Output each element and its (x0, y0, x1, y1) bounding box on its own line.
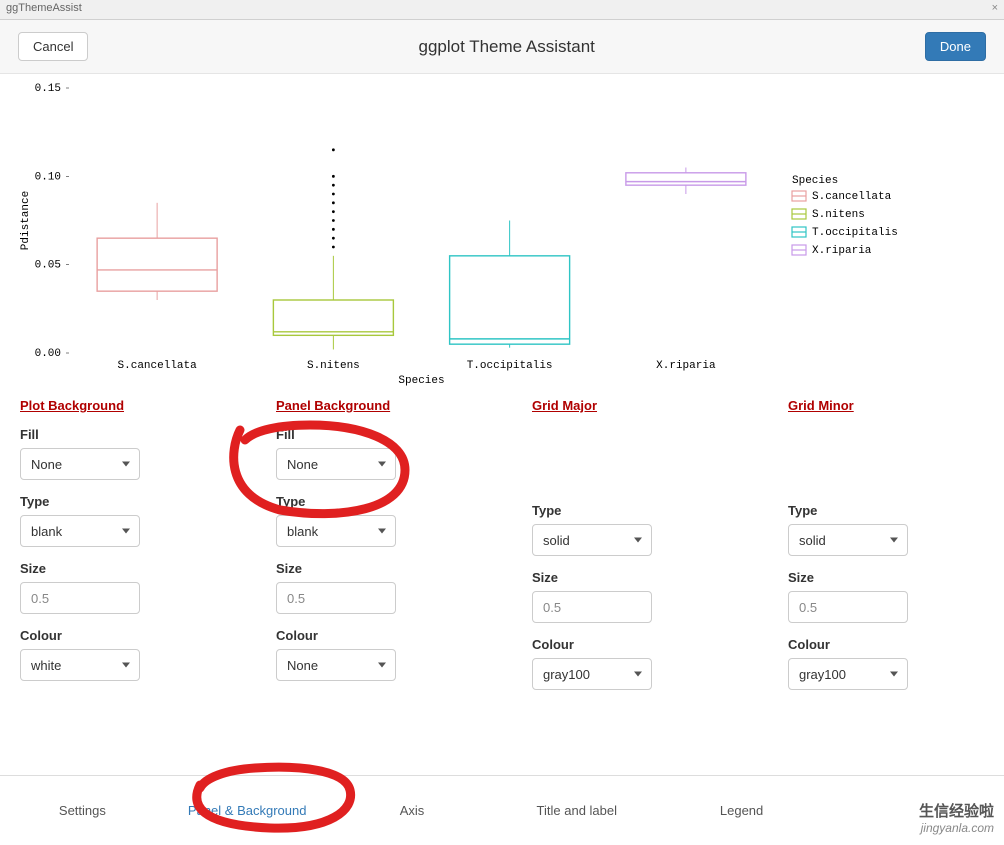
tabs-bar: Settings Panel & Background Axis Title a… (0, 775, 1004, 845)
label-type: Type (276, 494, 472, 509)
section-title-grid-minor: Grid Minor (788, 398, 984, 413)
input-grid-major-size[interactable] (532, 591, 652, 623)
svg-text:S.nitens: S.nitens (812, 209, 865, 221)
chevron-down-icon (634, 538, 642, 543)
watermark-line2: jingyanla.com (919, 821, 994, 835)
label-size: Size (532, 570, 728, 585)
plot-preview: 0.00 0.05 0.10 0.15 Pdistance S.cancellata S.n… (14, 78, 990, 388)
svg-text:S.cancellata: S.cancellata (118, 360, 198, 372)
section-title-panel-bg: Panel Background (276, 398, 472, 413)
tab-title-label[interactable]: Title and label (494, 795, 659, 826)
svg-text:T.occipitalis: T.occipitalis (812, 227, 898, 239)
label-colour: Colour (788, 637, 984, 652)
svg-text:X.riparia: X.riparia (812, 245, 872, 257)
chevron-down-icon (890, 538, 898, 543)
chevron-down-icon (378, 529, 386, 534)
input-panel-bg-size[interactable] (276, 582, 396, 614)
label-type: Type (532, 503, 728, 518)
label-type: Type (20, 494, 216, 509)
col-grid-minor: Grid Minor Type solid Size Colour gray10… (788, 398, 984, 690)
svg-text:0.05: 0.05 (35, 260, 61, 272)
svg-text:S.nitens: S.nitens (307, 360, 360, 372)
section-title-plot-bg: Plot Background (20, 398, 216, 413)
tab-legend[interactable]: Legend (659, 795, 824, 826)
input-grid-minor-size[interactable] (788, 591, 908, 623)
page-title: ggplot Theme Assistant (88, 37, 924, 57)
chevron-down-icon (634, 672, 642, 677)
watermark-line1: 生信经验啦 (919, 803, 994, 821)
controls-grid: Plot Background Fill None Type blank Siz… (0, 388, 1004, 710)
close-icon[interactable]: × (992, 2, 998, 17)
tab-panel-background[interactable]: Panel & Background (165, 795, 330, 826)
label-size: Size (788, 570, 984, 585)
window-title-bar: ggThemeAssist × (0, 0, 1004, 20)
svg-text:S.cancellata: S.cancellata (812, 191, 892, 203)
col-panel-background: Panel Background Fill None Type blank Si… (276, 398, 472, 690)
label-colour: Colour (532, 637, 728, 652)
label-fill: Fill (20, 427, 216, 442)
cancel-button[interactable]: Cancel (18, 32, 88, 61)
done-button[interactable]: Done (925, 32, 986, 61)
header: Cancel ggplot Theme Assistant Done (0, 20, 1004, 74)
col-plot-background: Plot Background Fill None Type blank Siz… (20, 398, 216, 690)
svg-text:Species: Species (792, 175, 838, 187)
chevron-down-icon (122, 663, 130, 668)
svg-text:0.10: 0.10 (35, 171, 61, 183)
svg-text:Species: Species (398, 375, 444, 387)
label-size: Size (276, 561, 472, 576)
label-size: Size (20, 561, 216, 576)
chevron-down-icon (122, 462, 130, 467)
svg-text:X.riparia: X.riparia (656, 360, 716, 372)
label-colour: Colour (276, 628, 472, 643)
label-type: Type (788, 503, 984, 518)
svg-text:0.00: 0.00 (35, 348, 61, 360)
tab-settings[interactable]: Settings (0, 795, 165, 826)
svg-text:0.15: 0.15 (35, 83, 61, 95)
watermark: 生信经验啦 jingyanla.com (919, 803, 994, 835)
label-fill: Fill (276, 427, 472, 442)
chevron-down-icon (378, 663, 386, 668)
chevron-down-icon (378, 462, 386, 467)
input-plot-bg-size[interactable] (20, 582, 140, 614)
chevron-down-icon (890, 672, 898, 677)
svg-text:T.occipitalis: T.occipitalis (467, 360, 553, 372)
window-title: ggThemeAssist (6, 2, 82, 17)
label-colour: Colour (20, 628, 216, 643)
svg-text:Pdistance: Pdistance (20, 191, 32, 250)
col-grid-major: Grid Major Type solid Size Colour gray10… (532, 398, 728, 690)
section-title-grid-major: Grid Major (532, 398, 728, 413)
tab-axis[interactable]: Axis (330, 795, 495, 826)
chevron-down-icon (122, 529, 130, 534)
